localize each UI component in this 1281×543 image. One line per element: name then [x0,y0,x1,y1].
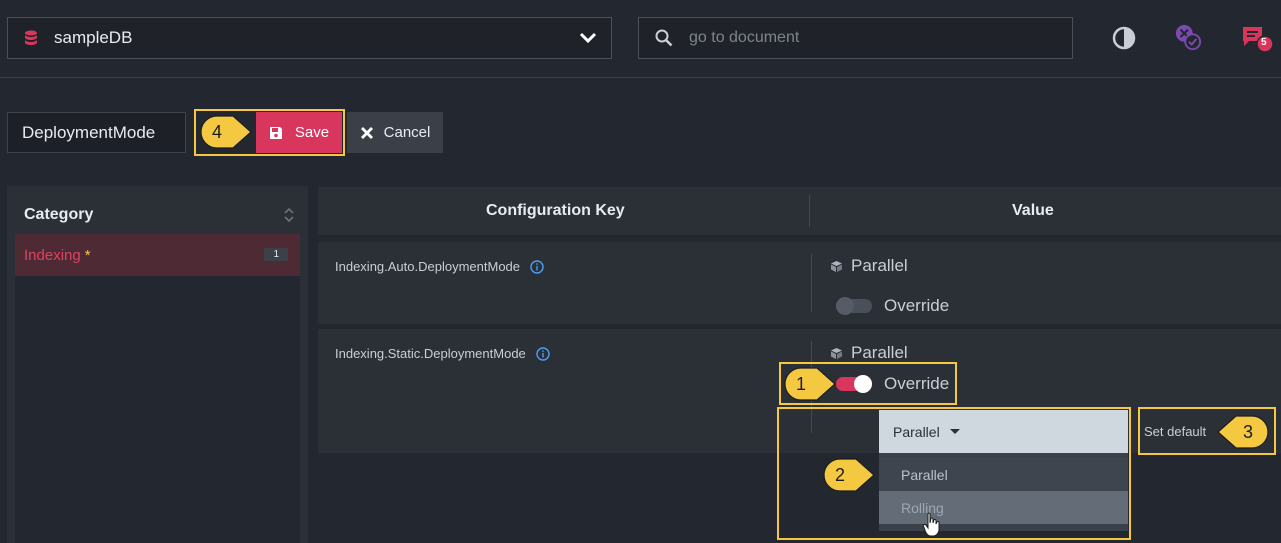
config-key-label: Indexing.Auto.DeploymentMode [335,259,521,274]
save-button[interactable]: Save [256,112,342,153]
config-value-label: Parallel [851,343,908,362]
config-value: Parallel [830,343,908,363]
cancel-button[interactable]: Cancel [347,112,443,153]
notification-count: 5 [1261,37,1267,48]
search-input[interactable] [689,29,1049,47]
toggle-knob [836,297,854,315]
sort-icon[interactable] [284,207,294,223]
config-value-label: Parallel [851,256,908,275]
database-selector[interactable]: sampleDB [7,17,612,59]
callout-badge-3: 3 [1214,414,1270,450]
cube-icon [831,260,842,272]
search-box[interactable] [638,17,1073,59]
override-label: Override [884,374,950,393]
override-toggle[interactable] [836,297,872,315]
toggle-knob [854,375,872,393]
table-header: Configuration Key Value [318,187,1281,235]
table-row: Indexing.Auto.DeploymentMode Parallel Ov… [318,242,1281,324]
callout-number: 3 [1242,421,1253,442]
config-key: Indexing.Auto.DeploymentMode [335,259,544,274]
theme-contrast-icon[interactable] [1110,24,1138,52]
configuration-key-name: DeploymentMode [7,112,186,153]
cluster-status-icon[interactable] [1174,24,1202,52]
modified-marker: * [84,246,91,264]
column-header-key: Configuration Key [486,202,625,219]
database-name: sampleDB [54,28,133,47]
config-key-label: Indexing.Static.DeploymentMode [335,346,526,361]
callout-badge-1: 1 [783,366,839,402]
database-icon [25,30,37,45]
category-item-indexing[interactable]: Indexing * 1 [15,234,300,276]
hand-cursor-icon [922,512,940,537]
selected-value: Parallel [893,423,940,440]
floppy-disk-icon [269,126,282,139]
override-label: Override [884,296,950,315]
category-title: Category [24,206,94,223]
category-item-count: 1 [264,248,288,261]
category-panel: Category Indexing * 1 [7,186,308,543]
dropdown-option-parallel[interactable]: Parallel [879,458,1128,491]
value-dropdown-menu: Parallel Rolling [879,453,1128,531]
callout-badge-2: 2 [822,457,878,493]
save-label: Save [294,124,330,141]
set-default-button[interactable]: Set default [1144,424,1206,439]
callout-number: 2 [834,464,845,485]
category-item-label: Indexing [24,246,81,264]
category-list [15,276,300,543]
dropdown-option-rolling[interactable]: Rolling [879,491,1128,524]
header-divider [0,77,1281,78]
column-header-value: Value [1012,202,1054,219]
cancel-label: Cancel [383,124,431,141]
config-key: Indexing.Static.DeploymentMode [335,346,550,361]
column-divider [811,254,812,312]
callout-number: 1 [795,373,806,394]
close-icon [360,126,373,139]
callout-badge-4: 4 [199,114,255,150]
notifications-icon[interactable]: 5 [1240,24,1276,53]
callout-number: 4 [211,121,222,142]
value-select[interactable]: Parallel [879,410,1128,453]
caret-down-icon [949,429,960,434]
chevron-down-icon [579,32,597,44]
config-value: Parallel [830,256,908,276]
search-icon [655,29,673,47]
info-icon[interactable] [536,346,550,361]
override-toggle[interactable] [836,375,872,393]
cube-icon [831,347,842,359]
column-divider [809,195,810,227]
info-icon[interactable] [530,259,544,274]
